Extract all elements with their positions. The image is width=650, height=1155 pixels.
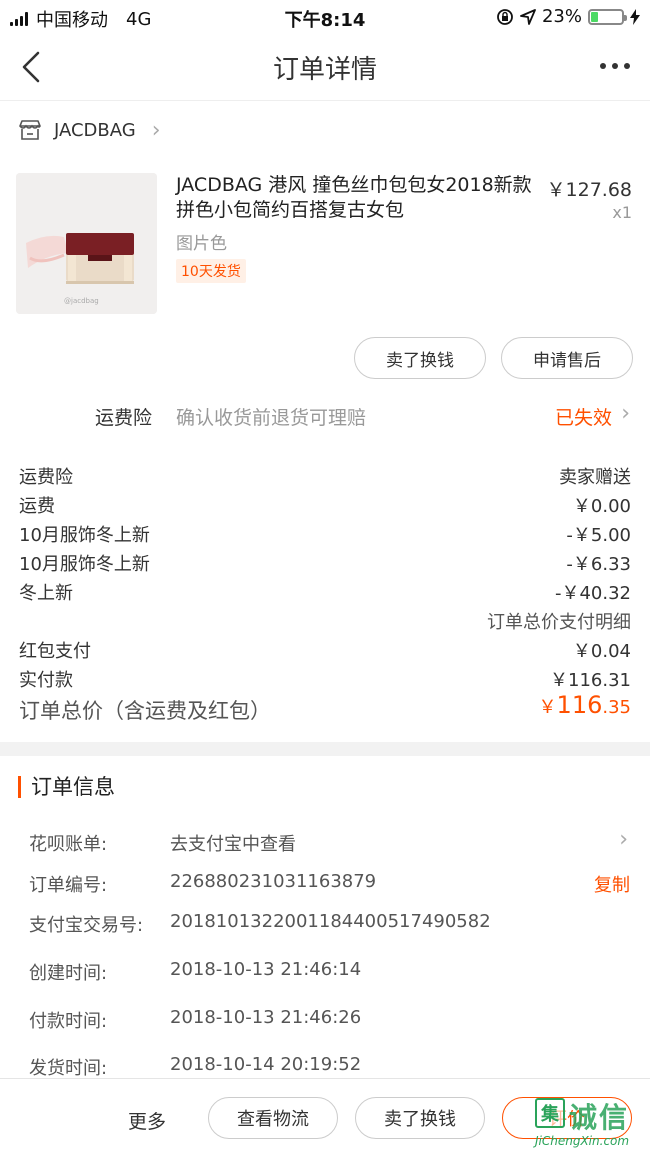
product-image-caption: @jacdbag xyxy=(64,297,99,305)
info-value: 2018-10-13 21:46:14 xyxy=(170,959,362,980)
payment-label: 实付款 xyxy=(19,670,73,691)
location-icon xyxy=(520,8,536,25)
chevron-right-icon: › xyxy=(619,827,628,852)
watermark-text: 诚信 xyxy=(569,1101,630,1134)
info-label: 发货时间: xyxy=(29,1058,108,1079)
product-variant: 图片色 xyxy=(176,234,227,254)
page-title: 订单详情 xyxy=(272,55,377,85)
info-label: 花呗账单: xyxy=(29,834,108,855)
payment-label: 红包支付 xyxy=(19,641,91,662)
view-logistics-button[interactable]: 查看物流 xyxy=(208,1097,338,1139)
watermark-logo: 集 诚信 JiChengXin.com xyxy=(535,1098,645,1152)
order-total-label: 订单总价（含运费及红包） xyxy=(19,699,271,723)
cost-breakdown: 运费险 卖家赠送 运费 ￥0.00 10月服饰冬上新 -￥5.00 10月服饰冬… xyxy=(0,463,650,695)
order-total-value: ￥116.35 xyxy=(539,691,631,719)
battery-icon xyxy=(588,8,627,25)
order-total: 订单总价（含运费及红包） ￥116.35 xyxy=(0,691,650,727)
cost-row: 运费险 卖家赠送 xyxy=(0,463,650,492)
chevron-right-icon: › xyxy=(151,117,161,143)
cost-row: 运费 ￥0.00 xyxy=(0,492,650,521)
shipping-badge: 10天发货 xyxy=(176,259,246,283)
payment-detail-label: 订单总价支付明细 xyxy=(487,612,631,633)
info-value: 2018-10-14 20:19:52 xyxy=(170,1054,362,1075)
charging-bolt-icon xyxy=(630,8,640,25)
cost-row: 冬上新 -￥40.32 xyxy=(0,579,650,608)
info-label: 创建时间: xyxy=(29,963,108,984)
info-label: 支付宝交易号: xyxy=(29,915,144,936)
product-price: ￥127.68 xyxy=(546,179,632,201)
insurance-label: 运费险 xyxy=(95,407,153,429)
cost-row: 10月服饰冬上新 -￥5.00 xyxy=(0,521,650,550)
cost-row: 10月服饰冬上新 -￥6.33 xyxy=(0,550,650,579)
total-decimal: .35 xyxy=(602,697,631,718)
store-icon xyxy=(19,120,41,140)
order-card: JACDBAG › @jacdbag JACDBAG 港风 撞色丝巾包包女201… xyxy=(0,100,650,742)
cost-label: 10月服饰冬上新 xyxy=(19,525,150,546)
sell-button[interactable]: 卖了换钱 xyxy=(354,337,486,379)
sell-button[interactable]: 卖了换钱 xyxy=(355,1097,485,1139)
watermark-url: JiChengXin.com xyxy=(535,1134,630,1148)
shipping-insurance-row[interactable]: 运费险 确认收货前退货可理赔 已失效 › xyxy=(0,397,650,433)
currency-symbol: ￥ xyxy=(538,697,557,718)
nav-bar: 订单详情 xyxy=(0,34,650,100)
orientation-lock-icon xyxy=(497,8,513,25)
info-label: 订单编号: xyxy=(29,875,108,896)
payment-detail-link[interactable]: 订单总价支付明细 xyxy=(0,608,650,637)
status-bar: 中国移动 4G 下午8:14 23% xyxy=(0,0,650,34)
cost-label: 10月服饰冬上新 xyxy=(19,554,150,575)
info-value: 2018101322001184400517490582 xyxy=(170,911,491,932)
battery-percent: 23% xyxy=(541,6,582,27)
cost-label: 运费险 xyxy=(19,467,73,488)
product-title[interactable]: JACDBAG 港风 撞色丝巾包包女2018新款拼色小包简约百搭复古女包 xyxy=(176,173,541,223)
info-value: 去支付宝中查看 xyxy=(170,834,296,855)
cost-value: 卖家赠送 xyxy=(559,467,631,488)
copy-button[interactable]: 复制 xyxy=(594,871,630,897)
shop-name: JACDBAG xyxy=(54,119,136,141)
total-integer: 116 xyxy=(556,691,603,719)
product-image[interactable]: @jacdbag xyxy=(16,173,157,314)
order-info-section: 订单信息 花呗账单: 去支付宝中查看 › 订单编号: 2268802310311… xyxy=(0,756,650,1079)
info-label: 付款时间: xyxy=(29,1011,108,1032)
info-value: 2018-10-13 21:46:26 xyxy=(170,1007,362,1028)
chevron-right-icon: › xyxy=(621,401,630,426)
cost-label: 冬上新 xyxy=(19,583,73,604)
cost-value: -￥40.32 xyxy=(554,583,631,604)
cost-value: ￥0.00 xyxy=(572,496,631,517)
payment-value: ￥0.04 xyxy=(572,641,631,662)
insurance-status: 已失效 xyxy=(554,407,612,429)
payment-row: 红包支付 ￥0.04 xyxy=(0,637,650,666)
after-sale-button[interactable]: 申请售后 xyxy=(501,337,633,379)
info-value: 226880231031163879 xyxy=(170,871,377,892)
cost-label: 运费 xyxy=(19,496,55,517)
shop-link[interactable]: JACDBAG › xyxy=(18,117,161,143)
more-menu-icon[interactable] xyxy=(600,56,630,76)
watermark-mark: 集 xyxy=(535,1098,565,1128)
more-button[interactable]: 更多 xyxy=(128,1107,166,1134)
insurance-description: 确认收货前退货可理赔 xyxy=(176,407,367,429)
payment-value: ￥116.31 xyxy=(550,670,631,691)
product-quantity: x1 xyxy=(612,203,632,222)
order-info-heading: 订单信息 xyxy=(18,776,115,798)
cost-value: -￥5.00 xyxy=(566,525,631,546)
cost-value: -￥6.33 xyxy=(566,554,631,575)
handbag-icon xyxy=(16,173,157,314)
